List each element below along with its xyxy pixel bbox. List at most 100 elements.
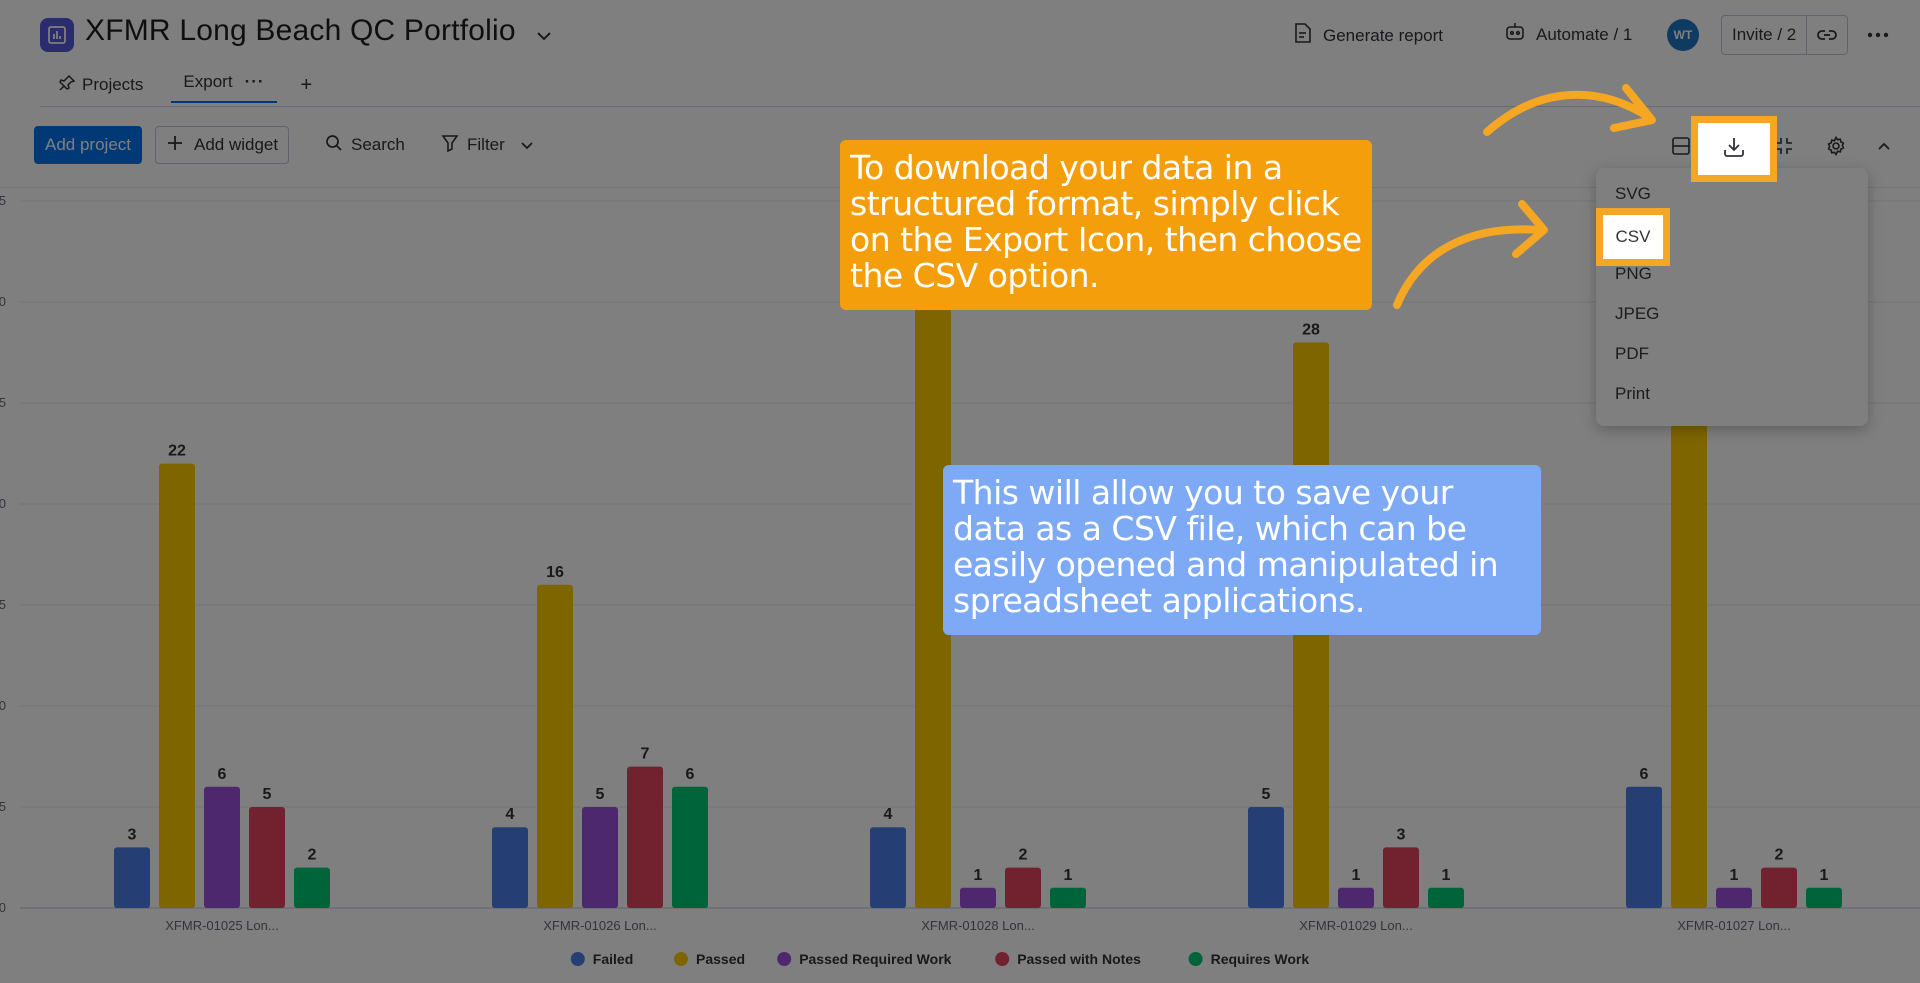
tab-more-icon[interactable]: ··· <box>245 72 265 92</box>
export-download-button[interactable] <box>1691 116 1777 182</box>
chart-bar <box>672 786 708 908</box>
chevron-down-icon[interactable] <box>536 28 552 46</box>
x-tick-label: XFMR-01028 Lon... <box>921 918 1034 933</box>
automate-label: Automate / 1 <box>1536 24 1633 44</box>
add-project-button[interactable]: Add project <box>34 126 142 164</box>
copy-link-icon[interactable] <box>1807 16 1847 54</box>
chart-bar <box>204 786 240 908</box>
bar-data-label: 5 <box>596 786 605 803</box>
bar-data-label: 1 <box>1352 867 1361 884</box>
legend-label: Requires Work <box>1211 951 1310 967</box>
x-tick-label: XFMR-01025 Lon... <box>165 918 278 933</box>
generate-report-label: Generate report <box>1323 25 1444 45</box>
more-options-icon[interactable] <box>1866 24 1890 51</box>
chart-bar <box>960 887 996 908</box>
legend-label: Passed Required Work <box>799 951 951 967</box>
y-tick-label: 15 <box>0 597 6 612</box>
chart-bar <box>1050 887 1086 908</box>
bar-data-label: 5 <box>263 786 272 803</box>
bar-data-label: 6 <box>1640 766 1649 783</box>
y-tick-label: 20 <box>0 496 6 511</box>
y-tick-label: 0 <box>0 900 6 915</box>
legend-swatch <box>777 952 792 966</box>
chart-bar <box>1806 887 1842 908</box>
x-tick-label: XFMR-01029 Lon... <box>1299 918 1412 933</box>
add-widget-button[interactable]: Add widget <box>155 126 290 164</box>
document-icon <box>1293 22 1313 49</box>
header-divider <box>40 106 1920 107</box>
menu-item-print[interactable]: Print <box>1596 374 1868 414</box>
chart-bar <box>1383 847 1419 908</box>
y-tick-label: 25 <box>0 395 6 410</box>
add-view-icon[interactable]: + <box>301 74 313 97</box>
bar-data-label: 3 <box>1397 826 1406 843</box>
search-button[interactable]: Search <box>325 126 405 164</box>
tab-projects[interactable]: Projects <box>58 70 143 101</box>
legend-swatch <box>570 952 585 966</box>
menu-item-jpeg[interactable]: JPEG <box>1596 294 1868 334</box>
avatar[interactable]: WT <box>1667 19 1699 51</box>
x-tick-label: XFMR-01027 Lon... <box>1677 918 1790 933</box>
chart-bar <box>114 847 150 908</box>
pin-icon <box>58 74 76 97</box>
invite-button[interactable]: Invite / 2 <box>1722 16 1808 54</box>
tooltip-csv-info: This will allow you to save your data as… <box>943 465 1541 635</box>
chevron-up-icon[interactable] <box>1866 128 1902 164</box>
board-title[interactable]: XFMR Long Beach QC Portfolio <box>85 14 516 48</box>
filter-button[interactable]: Filter <box>441 126 533 164</box>
legend-label: Passed with Notes <box>1017 951 1141 967</box>
dashboard-icon <box>40 18 74 52</box>
chart-bar <box>1626 786 1662 908</box>
y-tick-label: 10 <box>0 698 6 713</box>
bar-data-label: 22 <box>168 443 186 460</box>
settings-gear-icon[interactable] <box>1818 128 1854 164</box>
generate-report-button[interactable]: Generate report <box>1293 22 1443 49</box>
invite-group: Invite / 2 <box>1721 15 1849 55</box>
chart-bar <box>1338 887 1374 908</box>
add-widget-label: Add widget <box>194 135 279 154</box>
chart-bar <box>249 807 285 908</box>
bar-data-label: 1 <box>974 867 983 884</box>
bar-data-label: 16 <box>546 564 564 581</box>
legend-swatch <box>995 952 1010 966</box>
bar-data-label: 2 <box>1019 847 1028 864</box>
bar-data-label: 1 <box>1064 867 1073 884</box>
chart-bar <box>1761 867 1797 908</box>
bar-data-label: 1 <box>1730 867 1739 884</box>
bar-data-label: 5 <box>1262 786 1271 803</box>
y-tick-label: 5 <box>0 799 6 814</box>
chart-bar <box>582 807 618 908</box>
legend-label: Failed <box>593 951 633 967</box>
chart-bar <box>870 827 906 908</box>
download-icon <box>1722 135 1746 164</box>
tab-export[interactable]: Export ··· <box>171 68 277 103</box>
legend-swatch <box>1188 952 1203 966</box>
search-icon <box>325 134 343 157</box>
chevron-down-icon <box>521 135 533 155</box>
bar-data-label: 2 <box>308 847 317 864</box>
menu-item-csv[interactable]: CSV <box>1596 208 1670 266</box>
y-tick-label: 30 <box>0 294 6 309</box>
plus-icon <box>166 134 184 157</box>
tab-export-label: Export <box>183 72 233 91</box>
automate-button[interactable]: Automate / 1 <box>1504 22 1632 47</box>
x-tick-label: XFMR-01026 Lon... <box>543 918 656 933</box>
menu-item-pdf[interactable]: PDF <box>1596 334 1868 374</box>
chart-bar <box>1248 807 1284 908</box>
view-tabs: Projects Export ··· + <box>58 68 313 103</box>
search-label: Search <box>351 135 405 154</box>
bar-data-label: 4 <box>506 806 515 823</box>
board-header: XFMR Long Beach QC Portfolio Generate re… <box>0 0 1920 108</box>
bar-data-label: 4 <box>884 806 893 823</box>
bar-data-label: 3 <box>128 826 137 843</box>
filter-label: Filter <box>467 135 505 154</box>
bar-data-label: 7 <box>641 746 650 763</box>
chart-bar <box>492 827 528 908</box>
chart-bar <box>1428 887 1464 908</box>
y-tick-label: 35 <box>0 193 6 208</box>
legend-swatch <box>674 952 688 966</box>
bar-data-label: 1 <box>1820 867 1829 884</box>
tooltip-download-instruction: To download your data in a structured fo… <box>840 140 1372 310</box>
chart-bar <box>537 584 573 908</box>
chart-bar <box>1716 887 1752 908</box>
